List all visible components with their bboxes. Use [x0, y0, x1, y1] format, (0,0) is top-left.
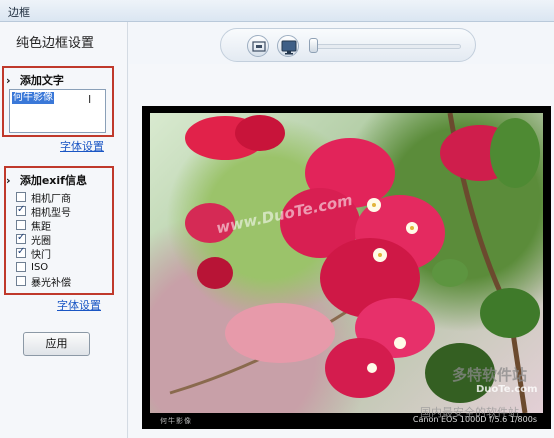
- fit-window-button[interactable]: [277, 35, 299, 57]
- watermark-brand: 多特软件站: [452, 366, 528, 384]
- apply-button[interactable]: 应用: [23, 332, 90, 356]
- text-section-header[interactable]: › 添加文字: [6, 72, 64, 88]
- actual-size-button[interactable]: [247, 35, 269, 57]
- exif-section-label: 添加exif信息: [19, 174, 87, 187]
- panel-title: 纯色边框设置: [16, 36, 95, 51]
- exif-option-focal-length[interactable]: 焦距: [16, 218, 51, 233]
- exif-option-label: ISO: [31, 261, 49, 273]
- exif-option-label: 相机厂商: [31, 193, 71, 205]
- exif-option-label: 相机型号: [31, 207, 71, 219]
- checkbox[interactable]: [16, 246, 26, 258]
- checkbox[interactable]: [16, 276, 26, 286]
- exif-option-label: 光圈: [31, 235, 51, 247]
- text-font-settings-link[interactable]: 字体设置: [60, 138, 104, 154]
- exif-option-camera-model[interactable]: 相机型号: [16, 204, 71, 219]
- text-cursor-icon: I: [88, 93, 92, 106]
- exif-option-iso[interactable]: ISO: [16, 260, 48, 274]
- exif-font-settings-link[interactable]: 字体设置: [57, 297, 101, 313]
- exif-option-exposure-comp[interactable]: 暴光补偿: [16, 274, 71, 289]
- view-toolbar: [220, 28, 476, 62]
- caption-text-input[interactable]: 何牛影像 I: [9, 89, 106, 133]
- exif-option-aperture[interactable]: 光圈: [16, 232, 51, 247]
- checkbox[interactable]: [16, 192, 26, 202]
- checkbox[interactable]: [16, 232, 26, 244]
- caption-text-value: 何牛影像: [12, 92, 54, 104]
- exif-option-label: 快门: [31, 249, 51, 261]
- exif-option-label: 焦距: [31, 221, 51, 233]
- window-title: 边框: [8, 6, 30, 19]
- checkbox[interactable]: [16, 262, 26, 272]
- exif-option-shutter[interactable]: 快门: [16, 246, 51, 261]
- monitor-icon: [281, 40, 297, 55]
- checkbox[interactable]: [16, 220, 26, 230]
- chevron-right-icon: ›: [6, 174, 11, 187]
- watermark-url: DuoTe.com: [476, 384, 538, 395]
- exif-option-label: 暴光补偿: [31, 277, 71, 289]
- chevron-right-icon: ›: [6, 74, 11, 87]
- text-section-label: 添加文字: [19, 74, 64, 87]
- zoom-slider-thumb[interactable]: [309, 38, 318, 53]
- watermark-slogan: 国内最安全的软件站: [420, 406, 519, 419]
- title-bar: 边框: [0, 0, 554, 22]
- exif-section-header[interactable]: › 添加exif信息: [6, 172, 87, 188]
- actual-size-icon: [252, 41, 266, 52]
- photo-caption-text: 何牛影像: [160, 417, 192, 425]
- zoom-slider-track[interactable]: [313, 44, 461, 49]
- exif-option-camera-maker[interactable]: 相机厂商: [16, 190, 71, 205]
- checkbox[interactable]: [16, 204, 26, 216]
